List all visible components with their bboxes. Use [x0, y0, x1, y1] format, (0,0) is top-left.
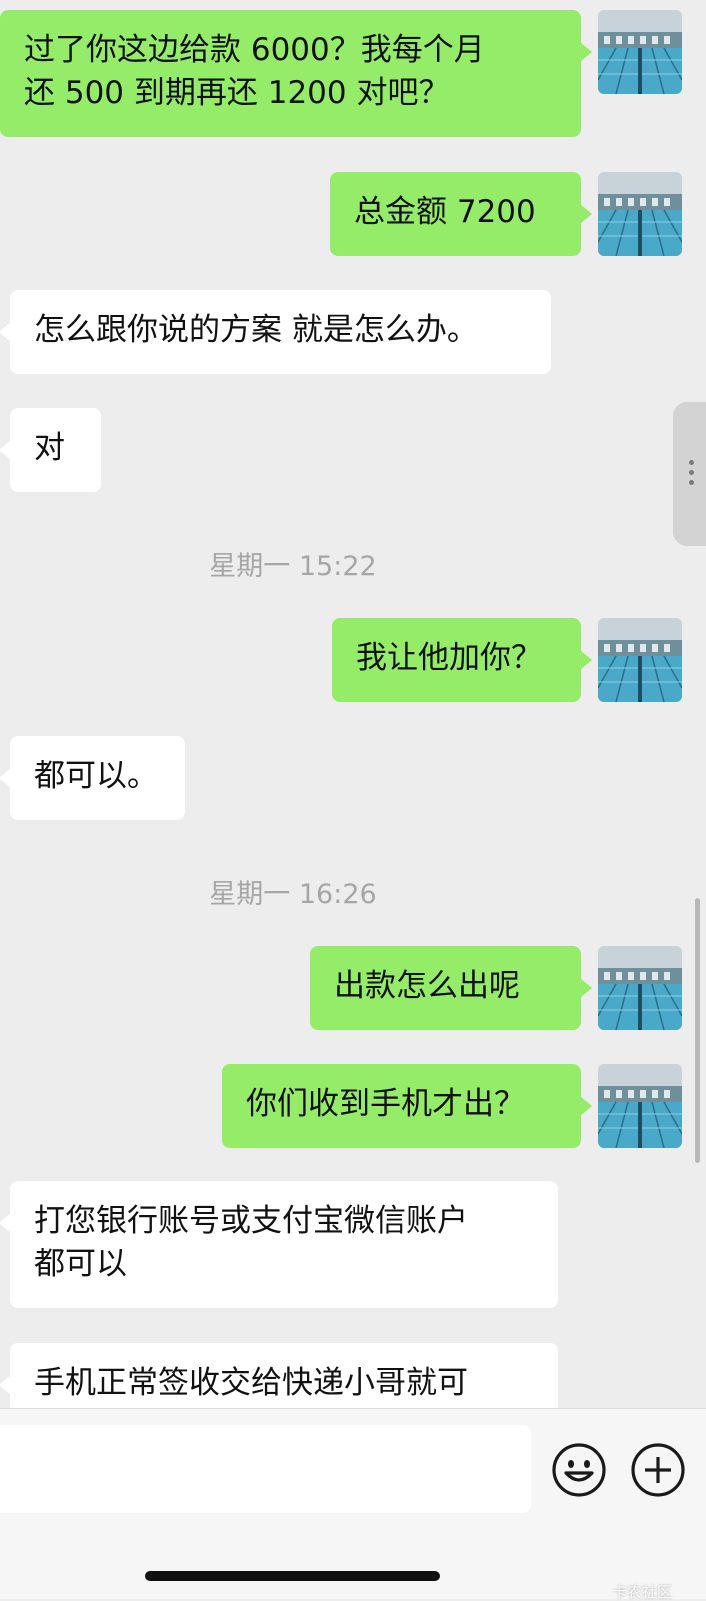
message-text-line: 怎么跟你说的方案 就是怎么办。	[34, 312, 478, 348]
pool-picture-icon	[598, 10, 682, 94]
message-text-line: 对	[34, 430, 65, 466]
message-bubble[interactable]: 打您银行账号或支付宝微信账户 都可以	[0, 1181, 558, 1308]
message-bubble[interactable]: 怎么跟你说的方案 就是怎么办。	[0, 290, 551, 374]
pool-picture-icon	[598, 172, 682, 256]
emoji-button[interactable]	[551, 1442, 607, 1498]
watermark: 卡农社区	[612, 1583, 673, 1601]
vertical-dots-icon	[689, 460, 695, 490]
message-text-line: 手机正常签收交给快递小哥就可	[34, 1365, 468, 1401]
add-button[interactable]	[630, 1442, 686, 1498]
my-avatar[interactable]	[598, 10, 682, 94]
message-input[interactable]	[0, 1425, 531, 1513]
pool-picture-icon	[598, 618, 682, 702]
message-bubble[interactable]: 出款怎么出呢	[310, 946, 592, 1030]
plus-circle-icon	[631, 1443, 685, 1497]
message-text-line: 打您银行账号或支付宝微信账户	[34, 1203, 468, 1239]
message-text-line: 都可以。	[34, 758, 158, 794]
my-avatar[interactable]	[598, 1064, 682, 1148]
message-text-line: 总金额 7200	[354, 194, 536, 230]
message-text-line: 都可以	[34, 1246, 127, 1282]
timestamp: 星期一 15:22	[209, 551, 377, 582]
message-text-line: 我让他加你？	[356, 640, 542, 676]
side-panel-handle[interactable]	[673, 402, 706, 546]
my-avatar[interactable]	[598, 946, 682, 1030]
message-text-line: 过了你这边给款 6000？我每个月	[24, 32, 485, 68]
home-indicator[interactable]	[145, 1571, 440, 1581]
message-text-line: 出款怎么出呢	[334, 968, 520, 1004]
chat-history[interactable]: 过了你这边给款 6000？我每个月 还 500 到期再还 1200 对吧？ 总金…	[0, 0, 706, 1408]
message-bubble[interactable]: 总金额 7200	[330, 172, 592, 256]
my-avatar[interactable]	[598, 172, 682, 256]
message-bubble[interactable]: 对	[0, 408, 101, 492]
pool-picture-icon	[598, 946, 682, 1030]
message-text-line: 你们收到手机才出？	[246, 1086, 525, 1122]
my-avatar[interactable]	[598, 618, 682, 702]
message-bubble[interactable]: 我让他加你？	[332, 618, 592, 702]
pool-picture-icon	[598, 1064, 682, 1148]
message-bubble[interactable]: 你们收到手机才出？	[222, 1064, 592, 1148]
message-bubble[interactable]: 都可以。	[0, 736, 185, 820]
emoji-face-icon	[552, 1443, 606, 1497]
message-text-line: 还 500 到期再还 1200 对吧？	[24, 75, 450, 111]
timestamp: 星期一 16:26	[209, 879, 377, 910]
scrollbar[interactable]	[695, 898, 700, 1163]
message-bubble[interactable]: 过了你这边给款 6000？我每个月 还 500 到期再还 1200 对吧？	[0, 10, 592, 137]
message-bubble[interactable]: 手机正常签收交给快递小哥就可	[0, 1343, 558, 1408]
